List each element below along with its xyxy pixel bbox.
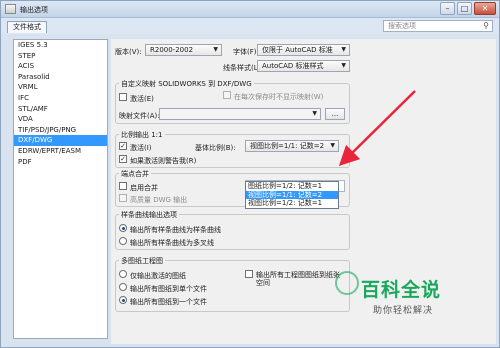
scale-option[interactable]: 图纸比例=1/2: 记数=1 [246, 182, 338, 191]
sheets-separate-files-label: 输出所有图纸到单个文件 [130, 285, 207, 293]
linestyle-value: AutoCAD 标准样式 [262, 62, 324, 70]
minimize-button[interactable]: – [440, 2, 455, 15]
hq-dwg-checkbox[interactable] [119, 194, 127, 202]
chevron-down-icon: ▼ [341, 46, 346, 53]
font-value: 仅限于 AutoCAD 标准 [262, 46, 333, 54]
scale-option[interactable]: 视图比例=1/2: 记数=1 [246, 199, 338, 208]
search-icon[interactable]: ⚲ [483, 21, 489, 31]
watermark-logo-icon [335, 271, 359, 295]
search-input[interactable]: 搜索选项 ⚲ [383, 20, 493, 32]
merge-title: 端点合并 [119, 169, 151, 179]
maximize-button[interactable]: □ [457, 2, 472, 15]
sheets-separate-files-radio[interactable] [119, 283, 127, 291]
no-map-prompt-checkbox[interactable] [223, 91, 231, 99]
multi-sheet-title: 多图纸工程图 [119, 256, 165, 266]
format-item[interactable]: TIF/PSD/JPG/PNG [14, 125, 107, 136]
format-item[interactable]: STL/AMF [14, 104, 107, 115]
window-title: 输出选项 [20, 6, 48, 14]
chevron-down-icon: ▼ [330, 142, 335, 149]
chevron-down-icon: ▼ [312, 110, 317, 117]
sheets-one-file-radio[interactable] [119, 296, 127, 304]
chevron-down-icon: ▼ [213, 46, 218, 53]
map-file-label: 映射文件(A): [119, 112, 160, 120]
enable-merge-label: 启用合并 [130, 184, 158, 192]
app-icon [5, 4, 16, 14]
paper-space-checkbox[interactable] [245, 270, 253, 278]
custom-map-title: 自定义映射 SOLIDWORKS 到 DXF/DWG [119, 79, 254, 89]
hq-dwg-label: 高质量 DWG 输出 [130, 196, 188, 204]
scale-option-highlighted[interactable]: 视图比例=1/1: 记数=2 [246, 190, 338, 199]
export-options-window: 输出选项 – □ ✕ 文件格式 搜索选项 ⚲ IGES 5.3 STEP ACI… [0, 0, 500, 348]
browse-button[interactable]: ... [325, 108, 345, 120]
font-label: 字体(F): [233, 48, 259, 56]
format-item[interactable]: ACIS [14, 61, 107, 72]
enable-merge-checkbox[interactable] [119, 182, 127, 190]
font-select[interactable]: 仅限于 AutoCAD 标准 ▼ [257, 44, 350, 56]
format-item[interactable]: Parasolid [14, 72, 107, 83]
version-label: 版本(V): [115, 48, 142, 56]
active-sheet-only-radio[interactable] [119, 270, 127, 278]
sheets-one-file-label: 输出所有图纸到一个文件 [130, 298, 207, 306]
chevron-down-icon: ▼ [341, 62, 346, 69]
format-item[interactable]: EDRW/EPRT/EASM [14, 146, 107, 157]
watermark-title: 百科全说 [361, 279, 442, 301]
base-scale-dropdown-list[interactable]: 图纸比例=1/2: 记数=1 视图比例=1/1: 记数=2 视图比例=1/2: … [245, 181, 339, 209]
format-item[interactable]: PDF [14, 157, 107, 168]
map-file-select[interactable]: ▼ [159, 108, 321, 120]
spline-as-spline-radio[interactable] [119, 224, 127, 232]
spline-as-polyline-label: 输出所有样条曲线为多叉线 [130, 239, 214, 247]
scale-activate-label: 激活(I) [130, 144, 152, 152]
search-placeholder: 搜索选项 [388, 22, 416, 30]
version-select[interactable]: R2000-2002 ▼ [145, 44, 222, 56]
version-value: R2000-2002 [150, 46, 194, 54]
format-item-selected[interactable]: DXF/DWG [14, 135, 107, 146]
format-item[interactable]: STEP [14, 51, 107, 62]
spline-title: 样条曲线输出选项 [119, 210, 179, 220]
base-scale-select[interactable]: 视图比例=1/1: 记数=2 ▼ [245, 140, 339, 152]
base-scale-value: 视图比例=1/1: 记数=2 [250, 142, 325, 150]
close-button[interactable]: ✕ [474, 2, 496, 15]
title-bar: 输出选项 – □ ✕ [1, 1, 499, 18]
active-sheet-only-label: 仅输出激活的图纸 [130, 272, 186, 280]
scale-warn-checkbox[interactable]: ✓ [119, 155, 127, 163]
scale-title: 比例输出 1:1 [119, 130, 165, 140]
watermark: 百科全说 助你轻松解决 [335, 271, 442, 316]
spline-as-spline-label: 输出所有样条曲线为样条曲线 [130, 226, 221, 234]
scale-activate-checkbox[interactable]: ✓ [119, 142, 127, 150]
tab-file-format[interactable]: 文件格式 [7, 21, 47, 33]
format-item[interactable]: VDA [14, 114, 107, 125]
custom-map-activate-checkbox[interactable] [119, 93, 127, 101]
spline-as-polyline-radio[interactable] [119, 237, 127, 245]
watermark-subtitle: 助你轻松解决 [373, 306, 434, 316]
linestyle-select[interactable]: AutoCAD 标准样式 ▼ [257, 60, 350, 72]
scale-warn-label: 如果激活则警告我(R) [130, 157, 197, 165]
format-item[interactable]: IFC [14, 93, 107, 104]
format-item[interactable]: VRML [14, 82, 107, 93]
custom-map-activate-label: 激活(E) [130, 95, 154, 103]
window-controls: – □ ✕ [440, 2, 496, 15]
format-item[interactable]: IGES 5.3 [14, 40, 107, 51]
paper-space-label: 输出所有工程图图纸到纸张空间 [256, 271, 340, 287]
options-toolbar: 文件格式 搜索选项 ⚲ [1, 18, 499, 34]
format-list[interactable]: IGES 5.3 STEP ACIS Parasolid VRML IFC ST… [13, 39, 108, 339]
base-scale-label: 基体比例(B): [195, 144, 236, 152]
no-map-prompt-label: 在每次保存时不显示映射(W) [234, 93, 324, 101]
